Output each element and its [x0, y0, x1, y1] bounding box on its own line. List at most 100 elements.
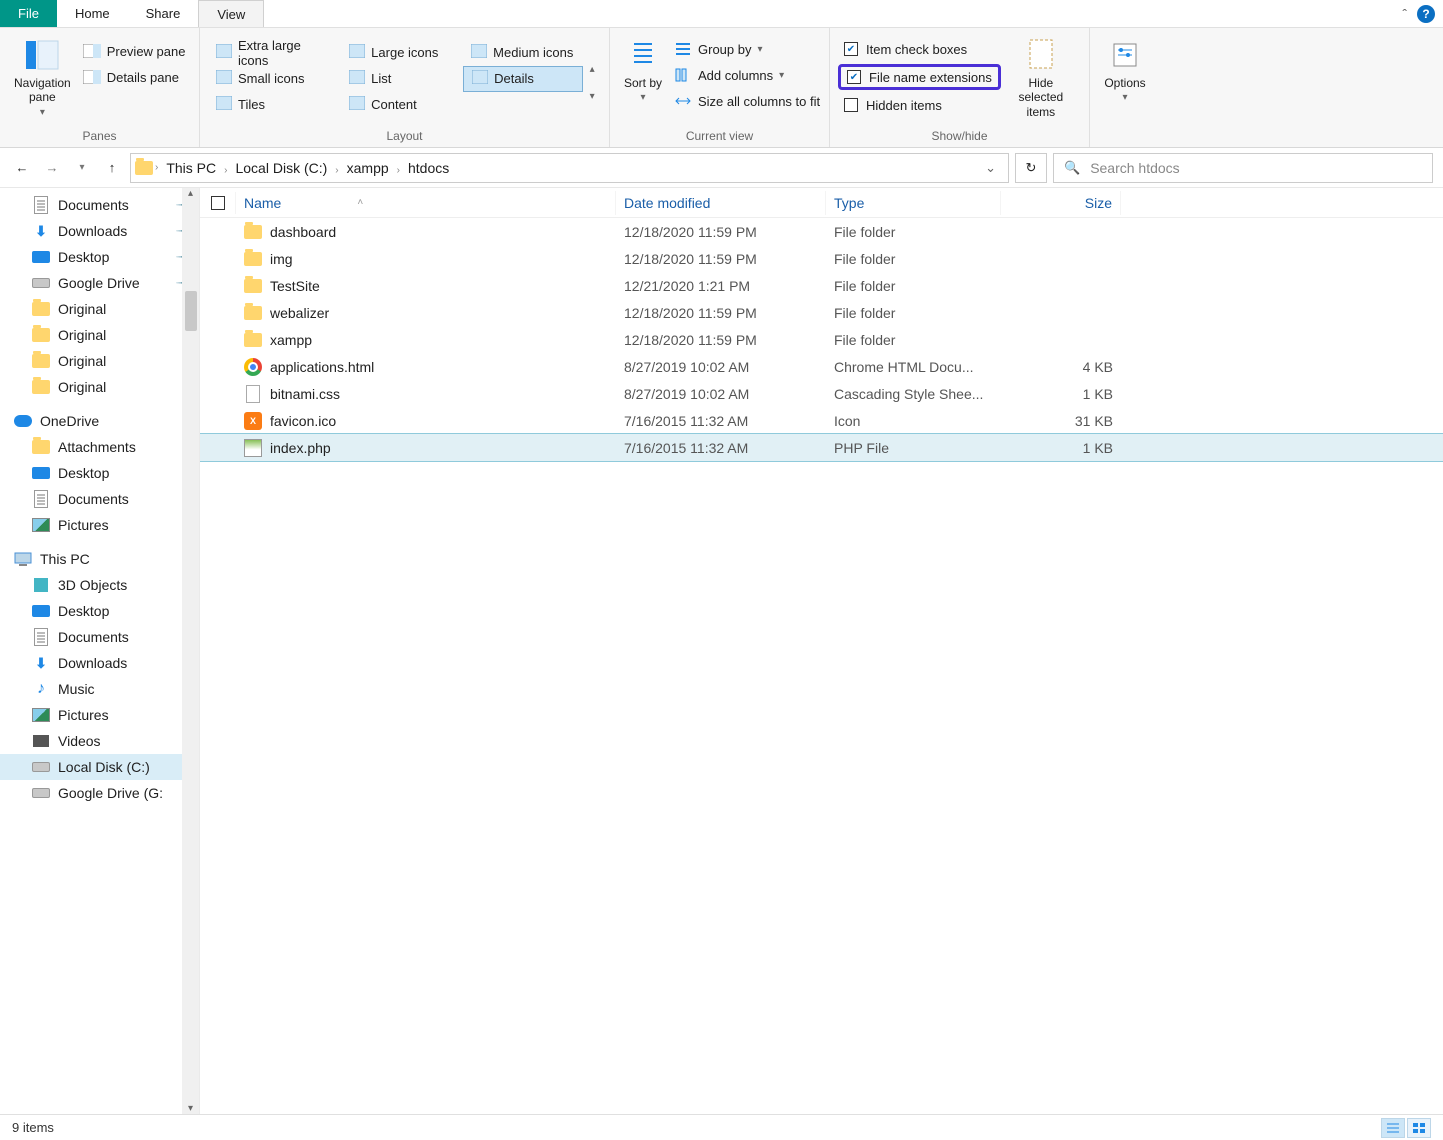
- file-icon: [244, 250, 262, 268]
- file-row[interactable]: TestSite12/21/2020 1:21 PMFile folder: [200, 272, 1443, 299]
- nav-item[interactable]: Desktop: [0, 598, 199, 624]
- row-checkbox[interactable]: [200, 338, 236, 342]
- breadcrumb[interactable]: › This PC›Local Disk (C:)›xampp›htdocs ⌄: [130, 153, 1009, 183]
- layout-xl-button[interactable]: Extra large icons: [208, 40, 339, 66]
- row-checkbox[interactable]: [200, 284, 236, 288]
- nav-item[interactable]: Original: [0, 348, 199, 374]
- item-check-boxes-toggle[interactable]: ✔ Item check boxes: [838, 36, 1001, 62]
- preview-pane-button[interactable]: Preview pane: [77, 38, 192, 64]
- hidden-items-toggle[interactable]: Hidden items: [838, 92, 1001, 118]
- scroll-up-icon[interactable]: ▴: [188, 188, 193, 199]
- chevron-right-icon[interactable]: ›: [153, 162, 160, 173]
- scroll-thumb[interactable]: [185, 291, 197, 331]
- sort-by-button[interactable]: Sort by ▾: [618, 32, 668, 108]
- scroll-down-icon[interactable]: ▾: [188, 1103, 193, 1114]
- row-checkbox[interactable]: [200, 392, 236, 396]
- help-icon[interactable]: ?: [1417, 5, 1435, 23]
- details-pane-button[interactable]: Details pane: [77, 64, 192, 90]
- nav-item[interactable]: Pictures: [0, 512, 199, 538]
- nav-this-pc[interactable]: This PC: [0, 546, 199, 572]
- tab-home[interactable]: Home: [57, 0, 128, 27]
- nav-item[interactable]: 3D Objects: [0, 572, 199, 598]
- nav-item[interactable]: Pictures: [0, 702, 199, 728]
- navigation-tree[interactable]: Documents📌⬇Downloads📌Desktop📌Google Driv…: [0, 188, 200, 1114]
- file-name-extensions-toggle[interactable]: ✔ File name extensions: [838, 64, 1001, 90]
- nav-item[interactable]: Google Drive📌: [0, 270, 199, 296]
- view-large-icons-button[interactable]: [1407, 1118, 1431, 1138]
- nav-item[interactable]: ⬇Downloads📌: [0, 218, 199, 244]
- file-row[interactable]: applications.html8/27/2019 10:02 AMChrom…: [200, 353, 1443, 380]
- breadcrumb-segment[interactable]: Local Disk (C:): [229, 158, 333, 178]
- minimize-ribbon-icon[interactable]: ˆ: [1402, 6, 1407, 22]
- navigation-pane-button[interactable]: Navigation pane ▾: [8, 32, 77, 123]
- hide-selected-items-button[interactable]: Hide selected items: [1001, 32, 1081, 123]
- nav-item[interactable]: Attachments: [0, 434, 199, 460]
- chevron-right-icon[interactable]: ›: [395, 165, 402, 176]
- nav-item[interactable]: Documents: [0, 624, 199, 650]
- row-checkbox[interactable]: [200, 257, 236, 261]
- nav-item[interactable]: Original: [0, 374, 199, 400]
- column-checkbox[interactable]: [200, 192, 236, 214]
- ribbon-view: Navigation pane ▾ Preview pane Details p…: [0, 28, 1443, 148]
- search-box[interactable]: 🔍: [1053, 153, 1433, 183]
- nav-item[interactable]: Documents📌: [0, 192, 199, 218]
- nav-item[interactable]: ♪Music: [0, 676, 199, 702]
- row-checkbox[interactable]: [200, 230, 236, 234]
- view-details-button[interactable]: [1381, 1118, 1405, 1138]
- layout-lg-button[interactable]: Large icons: [341, 40, 461, 66]
- nav-item[interactable]: Google Drive (G:: [0, 780, 199, 806]
- file-row[interactable]: dashboard12/18/2020 11:59 PMFile folder: [200, 218, 1443, 245]
- file-row[interactable]: img12/18/2020 11:59 PMFile folder: [200, 245, 1443, 272]
- chevron-right-icon[interactable]: ›: [333, 165, 340, 176]
- nav-onedrive[interactable]: OneDrive: [0, 408, 199, 434]
- nav-item[interactable]: Original: [0, 296, 199, 322]
- layout-md-button[interactable]: Medium icons: [463, 40, 583, 66]
- file-row[interactable]: bitnami.css8/27/2019 10:02 AMCascading S…: [200, 380, 1443, 407]
- column-size[interactable]: Size: [1001, 191, 1121, 215]
- nav-scrollbar[interactable]: ▴ ▾: [182, 188, 199, 1114]
- row-checkbox[interactable]: [200, 446, 236, 450]
- nav-recent-button[interactable]: ▾: [70, 156, 94, 180]
- search-input[interactable]: [1090, 160, 1422, 176]
- nav-item[interactable]: Desktop: [0, 460, 199, 486]
- layout-content-button[interactable]: Content: [341, 92, 461, 118]
- tab-share[interactable]: Share: [128, 0, 199, 27]
- nav-item[interactable]: ⬇Downloads: [0, 650, 199, 676]
- tab-file[interactable]: File: [0, 0, 57, 27]
- nav-item[interactable]: Desktop📌: [0, 244, 199, 270]
- nav-back-button[interactable]: ←: [10, 156, 34, 180]
- nav-item[interactable]: Documents: [0, 486, 199, 512]
- tab-view[interactable]: View: [198, 0, 264, 27]
- options-label: Options: [1104, 76, 1145, 90]
- column-date[interactable]: Date modified: [616, 191, 826, 215]
- refresh-button[interactable]: ↻: [1015, 153, 1047, 183]
- breadcrumb-segment[interactable]: xampp: [341, 158, 395, 178]
- file-row[interactable]: xampp12/18/2020 11:59 PMFile folder: [200, 326, 1443, 353]
- nav-item[interactable]: Original: [0, 322, 199, 348]
- row-checkbox[interactable]: [200, 311, 236, 315]
- column-name[interactable]: Name˄: [236, 191, 616, 215]
- layout-sm-button[interactable]: Small icons: [208, 66, 339, 92]
- breadcrumb-segment[interactable]: htdocs: [402, 158, 455, 178]
- layout-list-button[interactable]: List: [341, 66, 461, 92]
- row-checkbox[interactable]: [200, 365, 236, 369]
- size-columns-fit-button[interactable]: Size all columns to fit: [668, 88, 826, 114]
- group-by-button[interactable]: Group by ▾: [668, 36, 826, 62]
- layout-scroll-down-icon[interactable]: ▾: [590, 91, 595, 102]
- layout-scroll-up-icon[interactable]: ▴: [590, 64, 595, 75]
- add-columns-button[interactable]: Add columns ▾: [668, 62, 826, 88]
- breadcrumb-segment[interactable]: This PC: [160, 158, 222, 178]
- column-type[interactable]: Type: [826, 191, 1001, 215]
- layout-tiles-button[interactable]: Tiles: [208, 92, 339, 118]
- row-checkbox[interactable]: [200, 419, 236, 423]
- layout-details-button[interactable]: Details: [463, 66, 583, 92]
- file-row[interactable]: index.php7/16/2015 11:32 AMPHP File1 KB: [200, 434, 1443, 461]
- address-dropdown-icon[interactable]: ⌄: [977, 160, 1004, 176]
- options-button[interactable]: Options ▾: [1098, 32, 1152, 108]
- nav-item[interactable]: Videos: [0, 728, 199, 754]
- file-row[interactable]: Xfavicon.ico7/16/2015 11:32 AMIcon31 KB: [200, 407, 1443, 434]
- file-row[interactable]: webalizer12/18/2020 11:59 PMFile folder: [200, 299, 1443, 326]
- nav-up-button[interactable]: ↑: [100, 156, 124, 180]
- nav-item[interactable]: Local Disk (C:): [0, 754, 199, 780]
- nav-forward-button[interactable]: →: [40, 156, 64, 180]
